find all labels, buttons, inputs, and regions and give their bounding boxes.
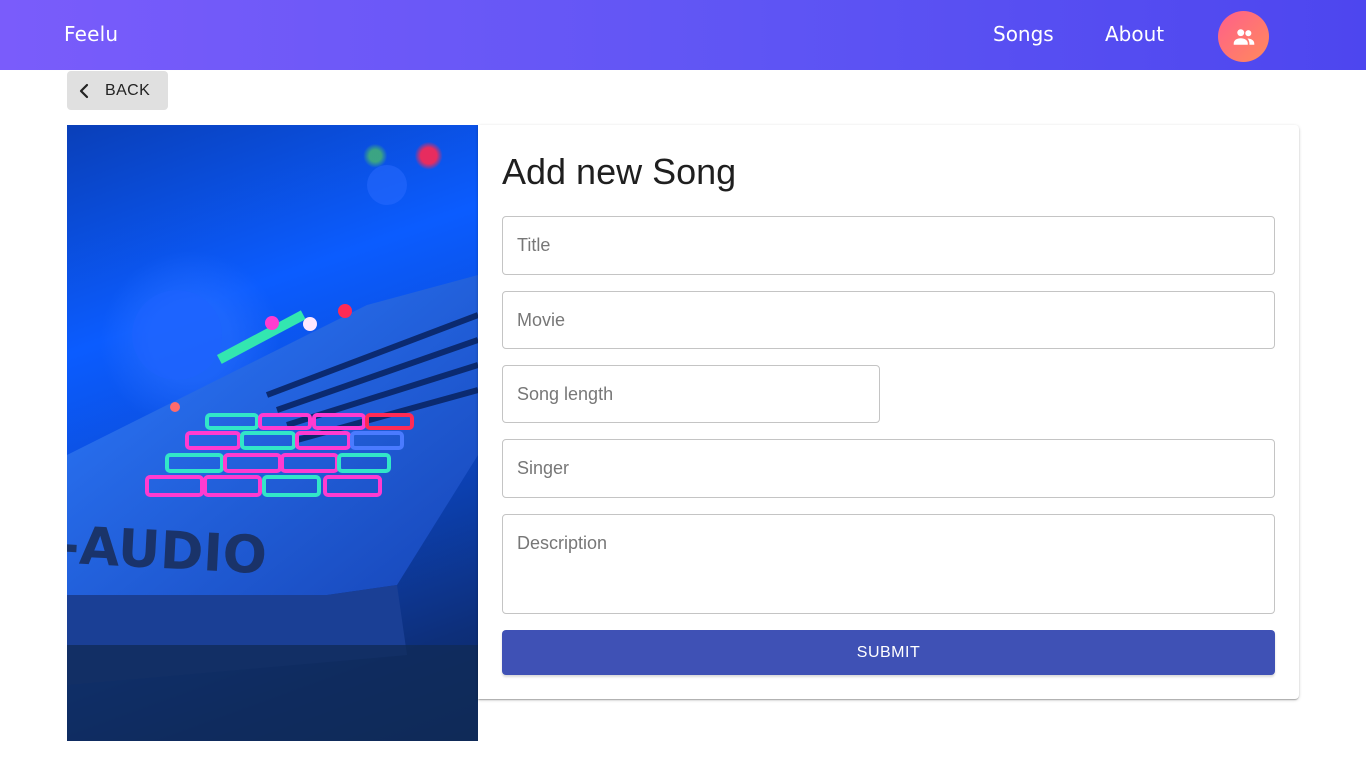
song-length-input[interactable]	[503, 366, 879, 422]
title-field[interactable]	[502, 216, 1275, 275]
add-song-card: Add new Song SUBMIT	[478, 125, 1299, 699]
singer-input[interactable]	[503, 440, 1274, 497]
device-brand-text: -AUDIO	[67, 516, 268, 587]
movie-field[interactable]	[502, 291, 1275, 349]
back-button[interactable]: BACK	[67, 71, 168, 110]
submit-button[interactable]: SUBMIT	[502, 630, 1275, 675]
back-button-label: BACK	[105, 81, 151, 99]
midi-controller-illustration: -AUDIO	[67, 165, 478, 741]
brand-logo[interactable]: Feelu	[64, 22, 118, 46]
nav-link-songs[interactable]: Songs	[993, 22, 1054, 46]
account-avatar-button[interactable]	[1218, 11, 1269, 62]
song-length-field[interactable]	[502, 365, 880, 423]
form-title: Add new Song	[502, 151, 737, 192]
app-bar: Feelu Songs About	[0, 0, 1366, 70]
singer-field[interactable]	[502, 439, 1275, 498]
nav-link-about[interactable]: About	[1105, 22, 1164, 46]
people-icon	[1233, 28, 1254, 45]
hero-image: -AUDIO	[67, 125, 478, 741]
title-input[interactable]	[503, 217, 1274, 274]
description-textarea[interactable]	[503, 515, 1274, 613]
chevron-left-icon	[77, 83, 91, 99]
movie-input[interactable]	[503, 292, 1274, 348]
description-field[interactable]	[502, 514, 1275, 614]
